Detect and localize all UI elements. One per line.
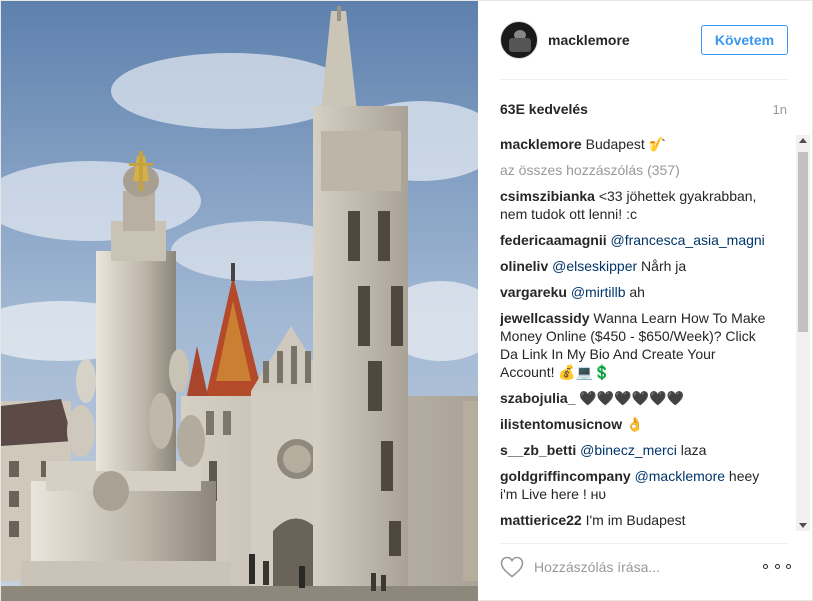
comment-text: Nårh ja (637, 258, 687, 274)
scroll-down-icon[interactable] (799, 523, 807, 528)
more-options-icon[interactable] (763, 556, 791, 576)
church-photo (1, 1, 478, 601)
comment-username[interactable]: csimszibianka (500, 188, 595, 204)
username-link[interactable]: macklemore (548, 32, 630, 48)
more-dot (774, 563, 780, 569)
comment-text: 🖤🖤🖤🖤🖤🖤 (579, 390, 684, 406)
comments-scrollbar[interactable] (796, 135, 810, 531)
post-photo[interactable] (1, 1, 478, 601)
comment-item: s__zb_betti @binecz_merci laza (500, 441, 770, 459)
comment-item: federicaamagnii @francesca_asia_magni (500, 231, 770, 249)
comment-text: 👌 (626, 416, 644, 432)
post-footer (478, 544, 813, 601)
post-modal: macklemore Követem 63E kedvelés 1n mackl… (0, 0, 813, 601)
comment-mention[interactable]: @elseskipper (552, 258, 637, 274)
caption: macklemore Budapest 🎷 (500, 135, 770, 153)
comment-username[interactable]: olineliv (500, 258, 548, 274)
scroll-up-icon[interactable] (799, 138, 807, 143)
likes-count[interactable]: 63E kedvelés (500, 101, 588, 117)
comment-text: ah (625, 284, 645, 300)
view-all-comments-link[interactable]: az összes hozzászólás (357) (500, 161, 796, 179)
comment-item: goldgriffincompany @macklemore heey i'm … (500, 467, 770, 503)
comment-username[interactable]: szabojulia_ (500, 390, 575, 406)
comment-item: csimszibianka <33 jöhettek gyakrabban, n… (500, 187, 770, 223)
scrollbar-thumb[interactable] (798, 152, 808, 332)
comment-username[interactable]: jewellcassidy (500, 310, 590, 326)
comment-item: mattierice22 I'm im Budapest (500, 511, 770, 529)
comment-username[interactable]: goldgriffincompany (500, 468, 631, 484)
comment-username[interactable]: ilistentomusicnow (500, 416, 622, 432)
avatar[interactable] (500, 21, 538, 59)
more-dot (763, 563, 768, 569)
comment-mention[interactable]: @binecz_merci (580, 442, 677, 458)
comment-username[interactable]: vargareku (500, 284, 567, 300)
comment-mention[interactable]: @macklemore (635, 468, 725, 484)
comments-list[interactable]: macklemore Budapest 🎷 az összes hozzászó… (500, 135, 796, 531)
comment-item: olineliv @elseskipper Nårh ja (500, 257, 770, 275)
post-time[interactable]: 1n (773, 102, 787, 117)
header-divider (500, 79, 788, 80)
post-header: macklemore Követem (478, 1, 813, 79)
comment-mention[interactable]: @mirtillb (571, 284, 626, 300)
follow-button[interactable]: Követem (701, 25, 788, 55)
comment-input[interactable] (534, 557, 744, 577)
comment-item: ilistentomusicnow 👌 (500, 415, 770, 433)
more-dot (786, 563, 791, 569)
caption-text: Budapest 🎷 (585, 136, 667, 152)
comment-username[interactable]: mattierice22 (500, 512, 582, 528)
avatar-body-shape (509, 38, 531, 52)
comment-text: I'm im Budapest (585, 512, 686, 528)
heart-icon[interactable] (500, 556, 524, 578)
post-sidebar: macklemore Követem 63E kedvelés 1n mackl… (478, 1, 813, 601)
caption-username[interactable]: macklemore (500, 136, 582, 152)
comment-item: jewellcassidy Wanna Learn How To Make Mo… (500, 309, 770, 381)
comment-item: vargareku @mirtillb ah (500, 283, 770, 301)
comment-mention[interactable]: @francesca_asia_magni (611, 232, 765, 248)
comment-username[interactable]: federicaamagnii (500, 232, 607, 248)
comment-item: szabojulia_ 🖤🖤🖤🖤🖤🖤 (500, 389, 770, 407)
comment-text: laza (676, 442, 707, 458)
comment-username[interactable]: s__zb_betti (500, 442, 576, 458)
